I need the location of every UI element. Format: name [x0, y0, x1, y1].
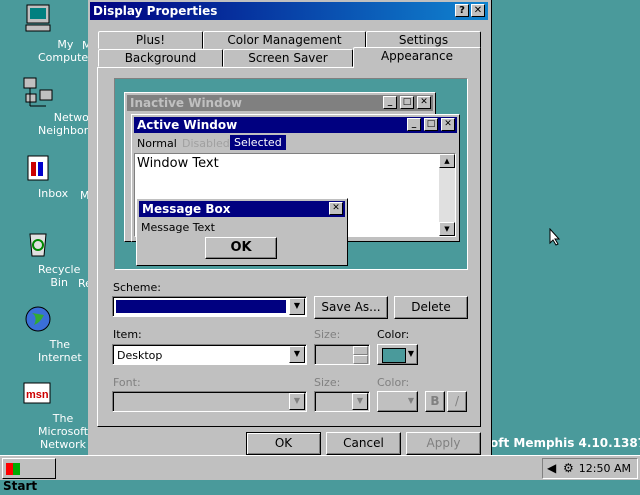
color-swatch [382, 348, 406, 363]
item-color-label: Color: [377, 328, 410, 341]
computer-icon [22, 3, 54, 35]
svg-text:msn: msn [26, 389, 49, 401]
inactive-titlebar: Inactive Window _ □ ✕ [127, 95, 433, 111]
font-color-picker[interactable]: ▼ [377, 391, 418, 412]
font-size-label: Size: [314, 376, 341, 389]
close-icon: ✕ [441, 118, 455, 131]
scheme-label: Scheme: [113, 281, 161, 294]
desktop-icon-network-neighborhood[interactable]: Network Neighborhood [0, 76, 115, 137]
recycle-bin-icon [22, 228, 54, 260]
menu-disabled[interactable]: Disabled [182, 137, 230, 150]
minimize-icon: _ [407, 118, 421, 131]
font-color-label: Color: [377, 376, 410, 389]
inactive-window-title: Inactive Window [130, 96, 243, 110]
globe-icon [22, 303, 54, 335]
desktop-icon-label: The Internet [38, 338, 82, 364]
window-text: Window Text [137, 156, 219, 171]
mouse-cursor-icon [549, 228, 561, 246]
font-dropdown[interactable]: ▼ [112, 391, 307, 412]
msn-icon: msn [22, 377, 54, 409]
item-value: Desktop [117, 349, 163, 362]
save-as-button[interactable]: Save As... [314, 296, 388, 319]
active-window-title: Active Window [137, 118, 238, 132]
desktop-icon-the-internet[interactable]: The Internet [0, 303, 82, 364]
help-button[interactable]: ? [455, 4, 469, 17]
tab-screen-saver[interactable]: Screen Saver [223, 49, 353, 67]
italic-button[interactable]: / [447, 391, 467, 412]
bold-button[interactable]: B [425, 391, 445, 412]
chevron-down-icon[interactable]: ▼ [289, 298, 305, 315]
scheme-dropdown[interactable]: ▼ [112, 296, 307, 317]
chevron-down-icon: ▼ [407, 349, 414, 358]
tab-plus[interactable]: Plus! [98, 31, 203, 49]
item-label: Item: [113, 328, 142, 341]
display-settings-icon[interactable]: ⚙ [563, 461, 574, 475]
tab-appearance[interactable]: Appearance [353, 47, 481, 68]
close-button[interactable]: ✕ [471, 4, 485, 17]
windows-logo-icon [6, 462, 20, 475]
scheme-value [116, 300, 286, 313]
desktop-icon-microsoft-network[interactable]: msn The Microsoft Network [0, 377, 88, 451]
desktop-icon-my-computer[interactable]: My Computer [0, 3, 93, 64]
start-button[interactable]: Start [2, 458, 56, 493]
scroll-up-icon[interactable]: ▲ [439, 154, 455, 168]
item-color-picker[interactable]: ▼ [377, 344, 418, 365]
dialog-titlebar[interactable]: Display Properties ? ✕ [90, 2, 488, 20]
delete-button[interactable]: Delete [394, 296, 468, 319]
inbox-icon [22, 152, 54, 184]
dialog-title: Display Properties [93, 4, 218, 18]
message-box-title: Message Box [142, 202, 231, 216]
chevron-down-icon: ▼ [407, 396, 414, 405]
spin-down-icon[interactable] [353, 355, 368, 364]
os-version-text: oft Memphis 4.10.1387 [490, 436, 640, 450]
network-icon [22, 76, 54, 108]
item-size-spinner[interactable] [314, 344, 370, 365]
item-dropdown[interactable]: Desktop ▼ [112, 344, 307, 365]
desktop-icon-label: Inbox [38, 187, 69, 200]
clock[interactable]: 12:50 AM [579, 462, 631, 475]
desktop-icon-label: The Microsoft Network [38, 412, 89, 451]
active-titlebar: Active Window _ □ ✕ [134, 117, 457, 133]
system-tray: ◀ ⚙ 12:50 AM [542, 458, 638, 479]
maximize-icon: □ [424, 118, 438, 131]
speaker-icon[interactable]: ◀ [547, 461, 556, 475]
preview-message-box[interactable]: Message Box ✕ Message Text OK [136, 198, 348, 266]
tab-background[interactable]: Background [98, 49, 223, 67]
item-size-label: Size: [314, 328, 341, 341]
scroll-down-icon[interactable]: ▼ [439, 222, 455, 236]
desktop-icon-inbox[interactable]: Inbox [0, 152, 78, 200]
close-icon: ✕ [417, 96, 431, 109]
minimize-icon: _ [383, 96, 397, 109]
start-label: Start [3, 479, 38, 493]
menu-normal[interactable]: Normal [137, 137, 177, 150]
tab-color-management[interactable]: Color Management [203, 31, 366, 49]
spin-up-icon[interactable] [353, 346, 368, 355]
chevron-down-icon[interactable]: ▼ [289, 346, 305, 363]
menu-selected[interactable]: Selected [230, 135, 286, 150]
appearance-preview[interactable]: Inactive Window _ □ ✕ Active Window _ □ … [114, 78, 468, 270]
font-label: Font: [113, 376, 141, 389]
desktop-icon-recycle-bin[interactable]: Recycle Bin [0, 228, 80, 289]
chevron-down-icon[interactable]: ▼ [352, 393, 368, 410]
scrollbar[interactable]: ▲ ▼ [439, 154, 455, 236]
taskbar: Start ◀ ⚙ 12:50 AM [0, 455, 640, 493]
cancel-button[interactable]: Cancel [326, 432, 401, 455]
preview-ok-button[interactable]: OK [205, 237, 277, 259]
maximize-icon: □ [400, 96, 414, 109]
font-size-dropdown[interactable]: ▼ [314, 391, 370, 412]
ok-button[interactable]: OK [246, 432, 321, 455]
apply-button[interactable]: Apply [406, 432, 481, 455]
message-box-titlebar: Message Box ✕ [139, 201, 345, 217]
close-icon: ✕ [329, 202, 343, 215]
message-text: Message Text [141, 221, 215, 234]
desktop-icon-label: Recycle Bin [38, 263, 81, 289]
chevron-down-icon[interactable]: ▼ [289, 393, 305, 410]
